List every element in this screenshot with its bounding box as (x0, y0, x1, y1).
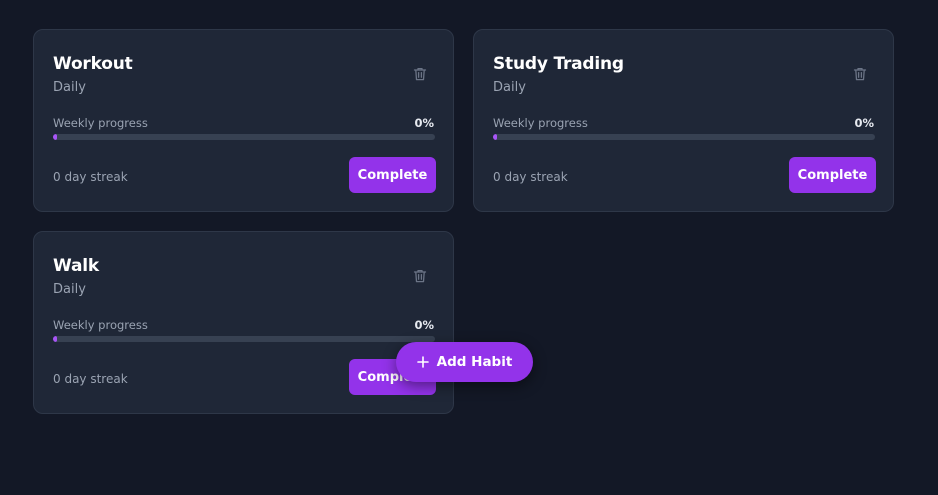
habit-card: Workout Daily Weekly progress 0% 0 day s… (33, 29, 454, 212)
complete-button[interactable]: Complete (789, 157, 876, 193)
habit-title: Walk (53, 256, 99, 276)
habit-frequency: Daily (53, 282, 86, 297)
complete-button[interactable]: Complete (349, 157, 436, 193)
weekly-progress-percent: 0% (414, 318, 434, 332)
progress-bar (53, 134, 435, 140)
habit-title: Study Trading (493, 54, 624, 74)
progress-bar-fill (53, 336, 57, 342)
trash-icon[interactable] (412, 66, 428, 82)
plus-icon (416, 356, 429, 368)
progress-bar (53, 336, 435, 342)
habit-frequency: Daily (53, 80, 86, 95)
progress-bar-fill (53, 134, 57, 140)
weekly-progress-label: Weekly progress (53, 318, 148, 332)
weekly-progress-percent: 0% (414, 116, 434, 130)
progress-bar (493, 134, 875, 140)
weekly-progress-label: Weekly progress (53, 116, 148, 130)
weekly-progress-percent: 0% (854, 116, 874, 130)
streak-text: 0 day streak (53, 372, 128, 386)
streak-text: 0 day streak (493, 170, 568, 184)
habit-card: Study Trading Daily Weekly progress 0% 0… (473, 29, 894, 212)
add-habit-button[interactable]: Add Habit (396, 342, 533, 382)
habit-title: Workout (53, 54, 133, 74)
habit-card: Walk Daily Weekly progress 0% 0 day stre… (33, 231, 454, 414)
streak-text: 0 day streak (53, 170, 128, 184)
add-habit-label: Add Habit (436, 354, 513, 370)
habit-frequency: Daily (493, 80, 526, 95)
progress-bar-fill (493, 134, 497, 140)
trash-icon[interactable] (412, 268, 428, 284)
trash-icon[interactable] (852, 66, 868, 82)
weekly-progress-label: Weekly progress (493, 116, 588, 130)
habit-tracker-page: Workout Daily Weekly progress 0% 0 day s… (0, 0, 938, 495)
